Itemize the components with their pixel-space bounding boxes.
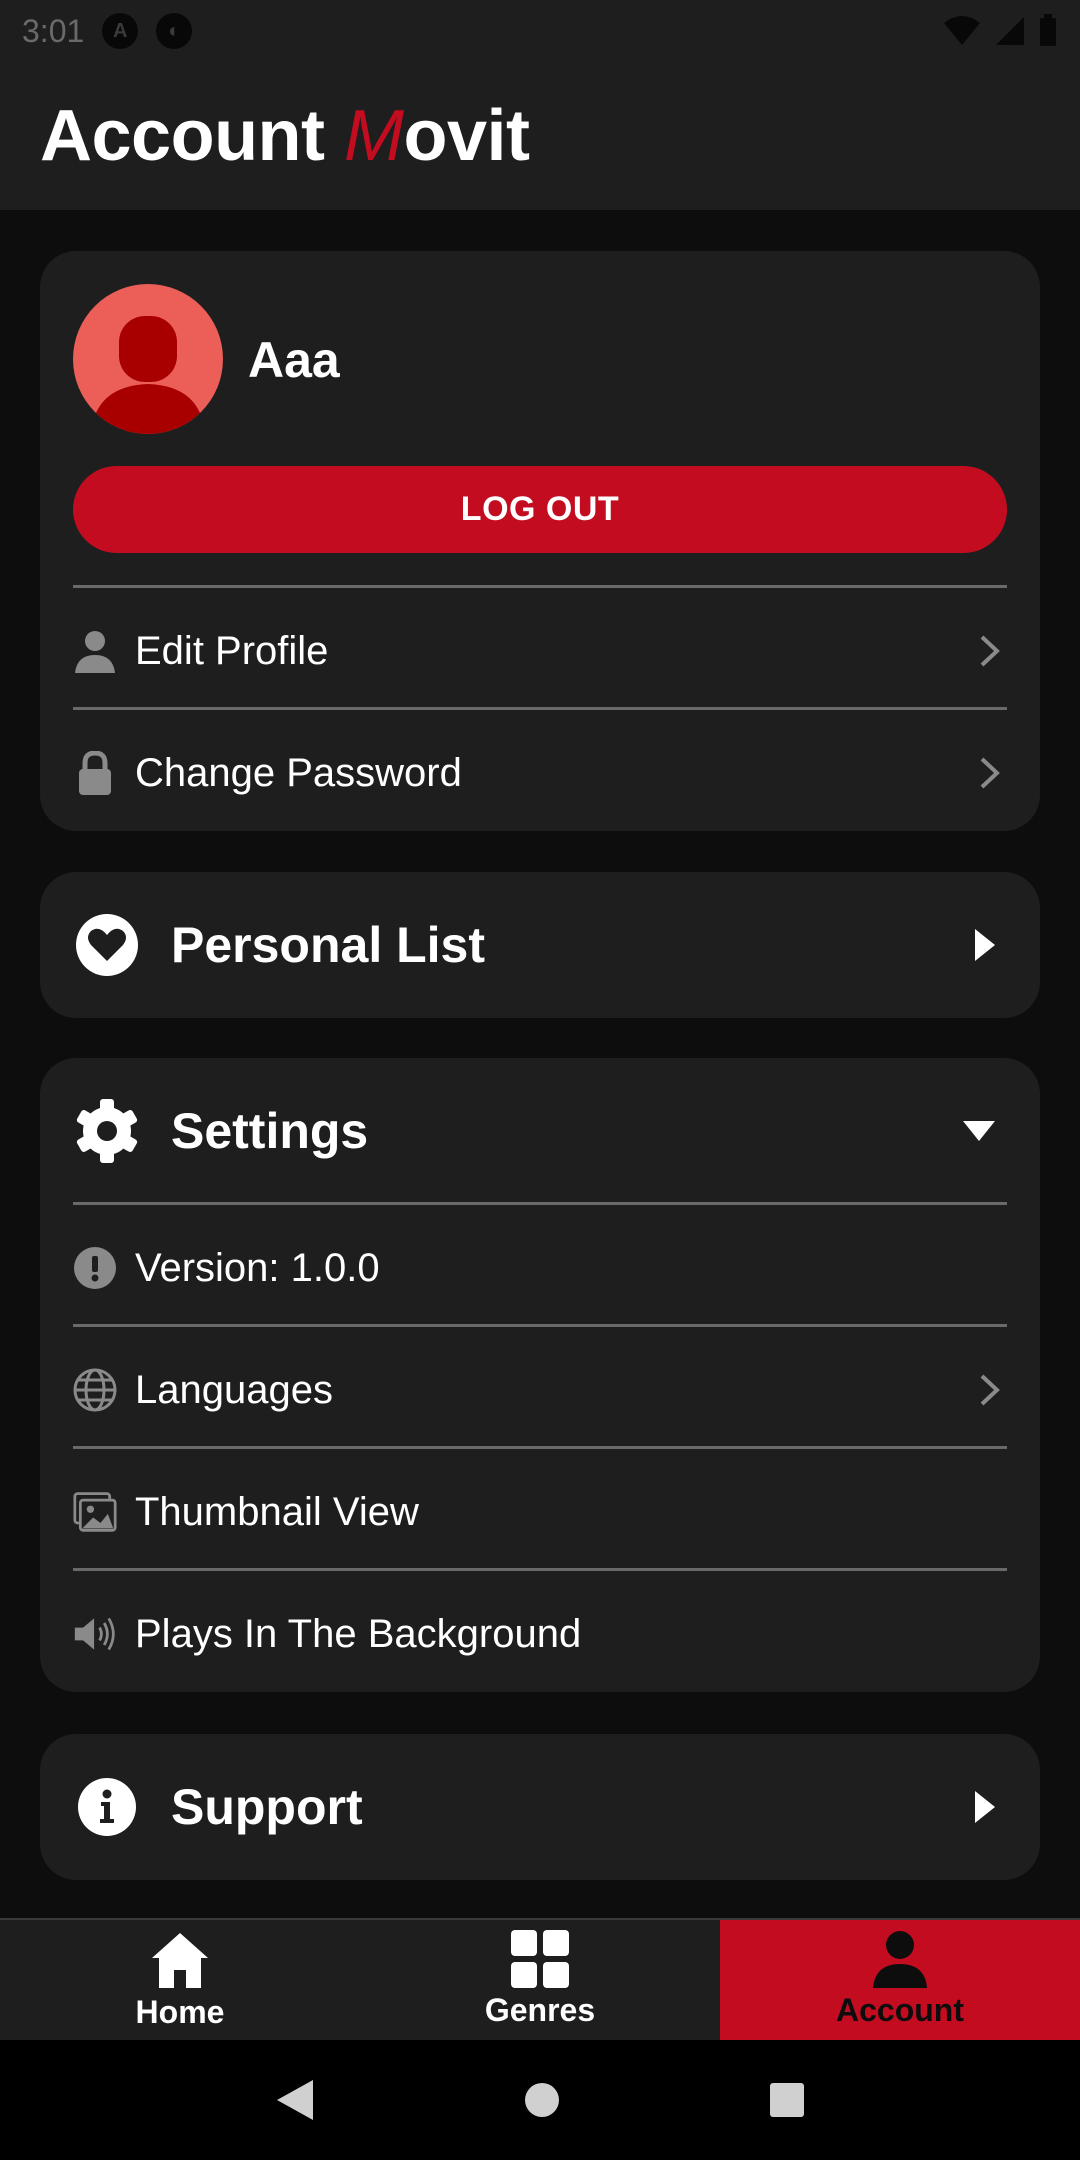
profile-card: Aaa LOG OUT Edit Profile Change Password: [40, 251, 1040, 831]
divider: [73, 1568, 1007, 1571]
plays-background-label: Plays In The Background: [135, 1611, 582, 1656]
chevron-right-icon: [980, 1374, 1000, 1406]
grid-icon: [511, 1930, 569, 1988]
chevron-down-icon: [963, 1121, 995, 1141]
title-prefix: Account: [40, 96, 345, 176]
nav-account[interactable]: Account: [720, 1920, 1080, 2040]
nav-home[interactable]: Home: [0, 1920, 360, 2040]
personal-list-card[interactable]: Personal List: [40, 872, 1040, 1018]
status-time: 3:01: [22, 12, 85, 49]
change-password-label: Change Password: [135, 750, 462, 795]
page-title: Account Movit: [40, 95, 530, 177]
edit-profile-row[interactable]: Edit Profile: [73, 601, 1007, 701]
lock-icon: [73, 751, 117, 795]
version-row: Version: 1.0.0: [73, 1218, 1007, 1318]
settings-label: Settings: [171, 1103, 369, 1159]
info-icon: [73, 1773, 141, 1841]
app-header: Account Movit: [0, 62, 1080, 210]
image-icon: [73, 1490, 117, 1534]
globe-icon: [73, 1368, 117, 1412]
wifi-icon: [944, 16, 980, 45]
home-icon: [152, 1933, 208, 1988]
chevron-right-icon: [980, 757, 1000, 789]
divider: [73, 1446, 1007, 1449]
divider: [73, 1324, 1007, 1327]
signal-icon: [996, 17, 1024, 45]
divider: [73, 1202, 1007, 1205]
settings-header[interactable]: Settings: [73, 1058, 1007, 1204]
settings-card: Settings Version: 1.0.0 Languages Thumbn…: [40, 1058, 1040, 1692]
support-card[interactable]: Support: [40, 1734, 1040, 1880]
battery-icon: [1040, 14, 1056, 46]
system-nav-bar: [0, 2040, 1080, 2160]
brand-rest: ovit: [403, 96, 531, 176]
gear-icon: [73, 1097, 141, 1165]
nav-home-label: Home: [135, 1994, 225, 2030]
info-exclamation-icon: [73, 1246, 117, 1290]
avatar-person-icon: [91, 316, 205, 434]
thumbnail-view-row[interactable]: Thumbnail View: [73, 1462, 1007, 1562]
divider: [73, 707, 1007, 710]
logout-button[interactable]: LOG OUT: [73, 466, 1007, 553]
languages-row[interactable]: Languages: [73, 1340, 1007, 1440]
avatar: [73, 284, 223, 434]
arrow-right-icon: [975, 1791, 995, 1823]
version-label: Version: 1.0.0: [135, 1245, 380, 1290]
bottom-nav: Home Genres Account: [0, 1918, 1080, 2040]
speaker-icon: [73, 1612, 117, 1656]
back-icon[interactable]: [275, 2078, 315, 2122]
home-circle-icon[interactable]: [524, 2082, 560, 2118]
change-password-row[interactable]: Change Password: [73, 723, 1007, 823]
divider: [73, 585, 1007, 588]
person-icon: [73, 629, 117, 673]
heart-icon: [73, 911, 141, 979]
account-icon: [873, 1931, 927, 1988]
status-bar: 3:01 A ◐: [0, 0, 1080, 62]
profile-name: Aaa: [248, 332, 340, 388]
edit-profile-label: Edit Profile: [135, 628, 329, 673]
notification-icon: A: [102, 13, 139, 49]
languages-label: Languages: [135, 1367, 333, 1412]
arrow-right-icon: [975, 929, 995, 961]
nav-genres[interactable]: Genres: [360, 1920, 720, 2040]
plays-background-row[interactable]: Plays In The Background: [73, 1584, 1007, 1684]
nav-account-label: Account: [836, 1992, 964, 2028]
thumbnail-view-label: Thumbnail View: [135, 1489, 419, 1534]
recents-icon[interactable]: [769, 2082, 805, 2118]
notification-icon: ◐: [156, 13, 193, 49]
brand-m: M: [344, 96, 404, 176]
chevron-right-icon: [980, 635, 1000, 667]
nav-genres-label: Genres: [484, 1992, 596, 2028]
personal-list-label: Personal List: [171, 917, 485, 973]
support-label: Support: [171, 1779, 363, 1835]
